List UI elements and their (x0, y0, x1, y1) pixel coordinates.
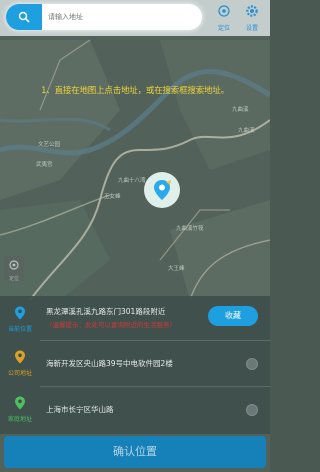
locate-button[interactable]: 定位 (4, 256, 24, 282)
home-address: 上海市长宁区华山路 (46, 405, 114, 414)
confirm-location-button[interactable]: 确认位置 (4, 436, 266, 468)
hint-text: 1、直接在地图上点击地址，或在搜索框搜索地址。 (41, 86, 229, 96)
current-address-note: （温馨提示：此处可以查询附近的生活服务） (46, 321, 176, 329)
home-address-radio[interactable] (246, 404, 258, 416)
company-address-radio[interactable] (246, 358, 258, 370)
settings-label: 设置 (245, 25, 258, 32)
home-address-row[interactable]: 家庭地址 上海市长宁区华山路 (0, 388, 270, 432)
company-address-label: 公司地址 (7, 370, 32, 377)
search-icon (18, 11, 30, 23)
search-button[interactable] (6, 4, 42, 30)
collect-button[interactable]: 收藏 (208, 306, 258, 326)
map-poi-label[interactable]: 武夷宫 (36, 160, 53, 168)
target-icon (9, 260, 19, 270)
home-address-tag: 家庭地址 (0, 388, 40, 432)
address-panel: 当前位置 黑龙潭溪孔溪九路东门301路段附近 （温馨提示：此处可以查询附近的生活… (0, 296, 270, 434)
top-bar: 定位 设置 (0, 0, 270, 36)
company-address: 海新开发区央山路39号中电软件园2楼 (46, 359, 173, 368)
search-input[interactable] (48, 4, 196, 30)
current-location-tag: 当前位置 (0, 296, 40, 340)
divider (40, 386, 270, 387)
location-pin-icon (15, 350, 25, 364)
company-address-row[interactable]: 公司地址 海新开发区央山路39号中电软件园2楼 (0, 342, 270, 384)
search-box[interactable] (6, 4, 202, 30)
divider (40, 340, 270, 341)
current-address: 黑龙潭溪孔溪九路东门301路段附近 (46, 307, 166, 316)
location-pin-icon (15, 306, 25, 320)
locate-top-label: 定位 (217, 25, 230, 32)
locate-label: 定位 (8, 276, 19, 282)
crosshair-icon (218, 5, 230, 17)
home-address-label: 家庭地址 (7, 416, 32, 423)
map-poi-label[interactable]: 九曲十八湾 (118, 176, 146, 184)
current-location-row[interactable]: 当前位置 黑龙潭溪孔溪九路东门301路段附近 （温馨提示：此处可以查询附近的生活… (0, 296, 270, 340)
company-address-tag: 公司地址 (0, 342, 40, 384)
map-poi-label[interactable]: 文艺公园 (38, 140, 60, 148)
map-poi-label[interactable]: 九曲溪 (238, 126, 255, 134)
locate-top-button[interactable]: 定位 (212, 3, 236, 33)
map-poi-label[interactable]: 九曲溪竹筏 (176, 224, 204, 232)
map-poi-label[interactable]: 大王峰 (168, 264, 185, 272)
location-pin-icon (15, 396, 25, 410)
current-location-label: 当前位置 (7, 326, 32, 333)
settings-button[interactable]: 设置 (240, 3, 264, 33)
map-poi-label[interactable]: 九曲溪 (232, 105, 249, 113)
gear-icon (246, 5, 258, 17)
map-poi-label[interactable]: 玉女峰 (104, 192, 121, 200)
location-pin-icon (154, 180, 171, 200)
map-pin-marker[interactable] (144, 172, 180, 208)
